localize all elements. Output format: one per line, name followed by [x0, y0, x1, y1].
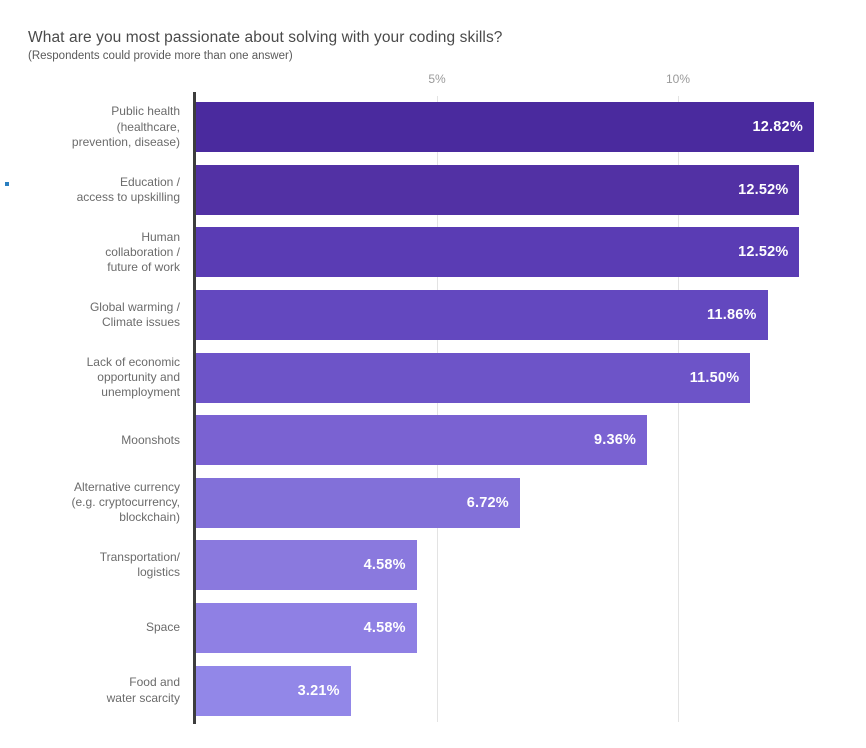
bar[interactable]: 6.72% [196, 477, 520, 528]
category-label: Public health (healthcare, prevention, d… [71, 104, 180, 149]
edge-artifact [5, 182, 9, 186]
bar-value-label: 4.58% [363, 557, 406, 574]
bar-row: Public health (healthcare, prevention, d… [0, 96, 866, 159]
bar[interactable]: 12.52% [196, 227, 800, 278]
bar[interactable]: 11.50% [196, 352, 751, 403]
bar-row: Moonshots 9.36% [0, 409, 866, 472]
category-label: Education / access to upskilling [76, 174, 180, 204]
bar-row: Education / access to upskilling 12.52% [0, 159, 866, 222]
category-label: Alternative currency (e.g. cryptocurrenc… [71, 480, 180, 525]
category-label: Global warming / Climate issues [89, 299, 180, 330]
bar-row: Alternative currency (e.g. cryptocurrenc… [0, 472, 866, 535]
bar-row: Space 4.58% [0, 597, 866, 660]
bar-value-label: 4.58% [363, 620, 406, 637]
bar-value-label: 3.21% [297, 682, 340, 699]
bar-value-label: 11.50% [689, 369, 740, 386]
bar-row: Transportation/ logistics 4.58% [0, 534, 866, 597]
bar-row: Human collaboration / future of work 12.5… [0, 221, 866, 284]
bar[interactable]: 9.36% [196, 415, 648, 466]
bar-value-label: 11.86% [707, 307, 757, 324]
tick-label-10pct: 10% [665, 72, 691, 86]
category-label: Human collaboration / future of work [105, 229, 180, 275]
bar[interactable]: 11.86% [196, 290, 768, 341]
bar[interactable]: 12.82% [196, 102, 814, 153]
bar[interactable]: 4.58% [196, 603, 417, 654]
bar-row: Lack of economic opportunity and unemplo… [0, 346, 866, 409]
bar[interactable]: 12.52% [196, 164, 800, 215]
bar-value-label: 6.72% [466, 494, 509, 511]
category-label: Space [145, 620, 180, 635]
bar-value-label: 9.36% [594, 432, 637, 449]
bar[interactable]: 3.21% [196, 665, 351, 716]
category-label: Food and water scarcity [106, 675, 180, 705]
category-label: Lack of economic opportunity and unemplo… [86, 354, 180, 400]
tick-label-5pct: 5% [428, 72, 446, 86]
bar-value-label: 12.82% [752, 119, 803, 136]
category-label: Transportation/ logistics [99, 550, 180, 580]
bar-row: Food and water scarcity 3.21% [0, 659, 866, 722]
bar-value-label: 12.52% [738, 244, 789, 261]
category-label: Moonshots [121, 432, 180, 447]
bar-chart: 5% 10% Public health (healthcare, prevent… [0, 0, 866, 748]
bar-value-label: 12.52% [738, 181, 789, 198]
bar[interactable]: 4.58% [196, 540, 417, 591]
bar-row: Global warming / Climate issues 11.86% [0, 284, 866, 347]
